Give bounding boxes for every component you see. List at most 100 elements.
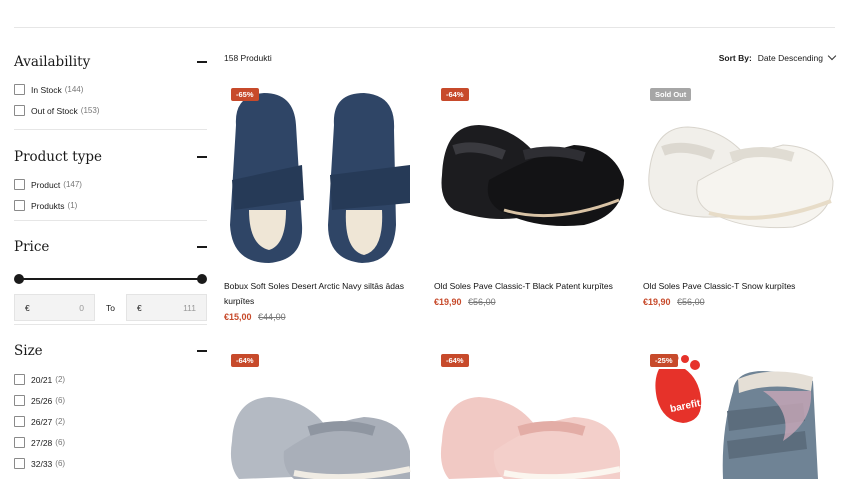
- price-inputs: € 0 To € 111: [14, 294, 207, 321]
- slider-max-handle[interactable]: [197, 274, 207, 284]
- option-label: 26/27: [31, 416, 53, 427]
- product-title[interactable]: Old Soles Pave Classic-T Black Patent ku…: [434, 279, 626, 294]
- sort-dropdown[interactable]: Sort By: Date Descending: [719, 51, 837, 63]
- listing-toolbar: 158 Produkti Sort By: Date Descending: [224, 51, 837, 67]
- option-label: Produkts: [31, 200, 65, 211]
- collapse-minus-icon[interactable]: [197, 350, 207, 352]
- filter-option-product[interactable]: Product (147): [14, 174, 207, 195]
- option-count: (2): [55, 417, 66, 426]
- option-count: (1): [67, 201, 78, 210]
- option-label: In Stock: [31, 84, 62, 95]
- filter-availability-header[interactable]: Availability: [14, 52, 207, 72]
- collapse-minus-icon[interactable]: [197, 246, 207, 248]
- option-count: (6): [55, 459, 66, 468]
- sold-out-badge: Sold Out: [650, 88, 692, 101]
- product-count: 158 Produkti: [224, 53, 272, 63]
- currency-symbol: €: [137, 302, 142, 313]
- product-title[interactable]: Old Soles Pave Classic-T Snow kurpītes: [643, 279, 835, 294]
- product-card[interactable]: Sold Out Old Soles Pave Classic-T Snow k…: [643, 85, 835, 307]
- product-prices: €15,00 €44,00: [224, 312, 416, 322]
- product-card[interactable]: -64% Old Soles Pave Classic-T Black Pate…: [434, 85, 626, 307]
- checkbox[interactable]: [14, 84, 25, 95]
- filter-size-header[interactable]: Size: [14, 341, 207, 361]
- black-shoes-illustration: [441, 125, 624, 226]
- filter-title: Product type: [14, 149, 102, 165]
- product-card[interactable]: -64%: [224, 351, 416, 479]
- product-prices: €19,90 €56,00: [434, 297, 626, 307]
- pink-shoes-illustration: [440, 397, 621, 479]
- checkbox[interactable]: [14, 105, 25, 116]
- filter-option-size[interactable]: 25/26 (6): [14, 390, 207, 411]
- product-image[interactable]: Sold Out: [643, 85, 835, 270]
- filter-price: Price € 0 To € 111: [14, 221, 207, 325]
- option-label: 25/26: [31, 395, 53, 406]
- product-image[interactable]: -64%: [224, 351, 416, 479]
- product-prices: €19,90 €56,00: [643, 297, 835, 307]
- price-to-label: To: [106, 302, 115, 313]
- white-shoes-illustration: [648, 126, 834, 229]
- product-title[interactable]: Bobux Soft Soles Desert Arctic Navy silt…: [224, 279, 416, 309]
- checkbox[interactable]: [14, 458, 25, 469]
- discount-badge: -64%: [441, 354, 469, 367]
- original-price: €56,00: [468, 297, 496, 307]
- currency-symbol: €: [25, 302, 30, 313]
- option-count: (2): [55, 375, 66, 384]
- option-label: 20/21: [31, 374, 53, 385]
- filter-option-size[interactable]: 26/27 (2): [14, 411, 207, 432]
- sale-price: €19,90: [643, 297, 671, 307]
- filter-title: Price: [14, 239, 50, 255]
- filter-price-header[interactable]: Price: [14, 237, 207, 257]
- filter-option-out-of-stock[interactable]: Out of Stock (153): [14, 100, 207, 121]
- checkbox[interactable]: [14, 437, 25, 448]
- price-max-value: 111: [183, 302, 196, 313]
- filter-option-size[interactable]: 32/33 (6): [14, 453, 207, 474]
- product-image[interactable]: -25% barefit: [643, 351, 835, 479]
- product-image[interactable]: -65%: [224, 85, 416, 270]
- price-range-slider[interactable]: [14, 269, 207, 289]
- sale-price: €19,90: [434, 297, 462, 307]
- product-card[interactable]: -65% Bobux Soft Soles Desert Arctic Navy…: [224, 85, 416, 322]
- grey-shoes-illustration: [230, 397, 411, 479]
- option-label: 27/28: [31, 437, 53, 448]
- sale-price: €15,00: [224, 312, 252, 322]
- filter-option-size[interactable]: 27/28 (6): [14, 432, 207, 453]
- checkbox[interactable]: [14, 200, 25, 211]
- price-min-input[interactable]: € 0: [14, 294, 95, 321]
- filter-product-type: Product type Product (147) Produkts (1): [14, 130, 207, 221]
- filter-availability: Availability In Stock (144) Out of Stock…: [14, 28, 207, 130]
- original-price: €56,00: [677, 297, 705, 307]
- product-image[interactable]: -64%: [434, 85, 626, 270]
- checkbox[interactable]: [14, 374, 25, 385]
- product-card[interactable]: -64%: [434, 351, 626, 479]
- collapse-minus-icon[interactable]: [197, 61, 207, 63]
- option-label: Product: [31, 179, 61, 190]
- checkbox[interactable]: [14, 395, 25, 406]
- discount-badge: -64%: [441, 88, 469, 101]
- checkbox[interactable]: [14, 416, 25, 427]
- option-count: (144): [64, 85, 84, 94]
- filter-option-size[interactable]: 20/21 (2): [14, 369, 207, 390]
- filter-sidebar: Availability In Stock (144) Out of Stock…: [14, 28, 207, 469]
- chevron-down-icon: [827, 51, 837, 61]
- price-min-value: 0: [79, 302, 84, 313]
- filter-option-produkts[interactable]: Produkts (1): [14, 195, 207, 216]
- checkbox[interactable]: [14, 179, 25, 190]
- filter-product-type-header[interactable]: Product type: [14, 147, 207, 167]
- price-max-input[interactable]: € 111: [126, 294, 207, 321]
- option-count: (6): [55, 438, 66, 447]
- option-label: Out of Stock: [31, 105, 78, 116]
- option-count: (6): [55, 396, 66, 405]
- option-label: 32/33: [31, 458, 53, 469]
- product-image[interactable]: -64%: [434, 351, 626, 479]
- navy-booties-illustration: [230, 93, 410, 263]
- filter-size: Size 20/21 (2) 25/26 (6) 26/27 (2) 27/28…: [14, 325, 207, 469]
- slider-track: [18, 278, 203, 280]
- filter-option-in-stock[interactable]: In Stock (144): [14, 79, 207, 100]
- product-card[interactable]: -25% barefit: [643, 351, 835, 479]
- discount-badge: -64%: [231, 354, 259, 367]
- slider-min-handle[interactable]: [14, 274, 24, 284]
- filter-title: Size: [14, 343, 43, 359]
- collapse-minus-icon[interactable]: [197, 156, 207, 158]
- original-price: €44,00: [258, 312, 286, 322]
- option-count: (147): [63, 180, 82, 189]
